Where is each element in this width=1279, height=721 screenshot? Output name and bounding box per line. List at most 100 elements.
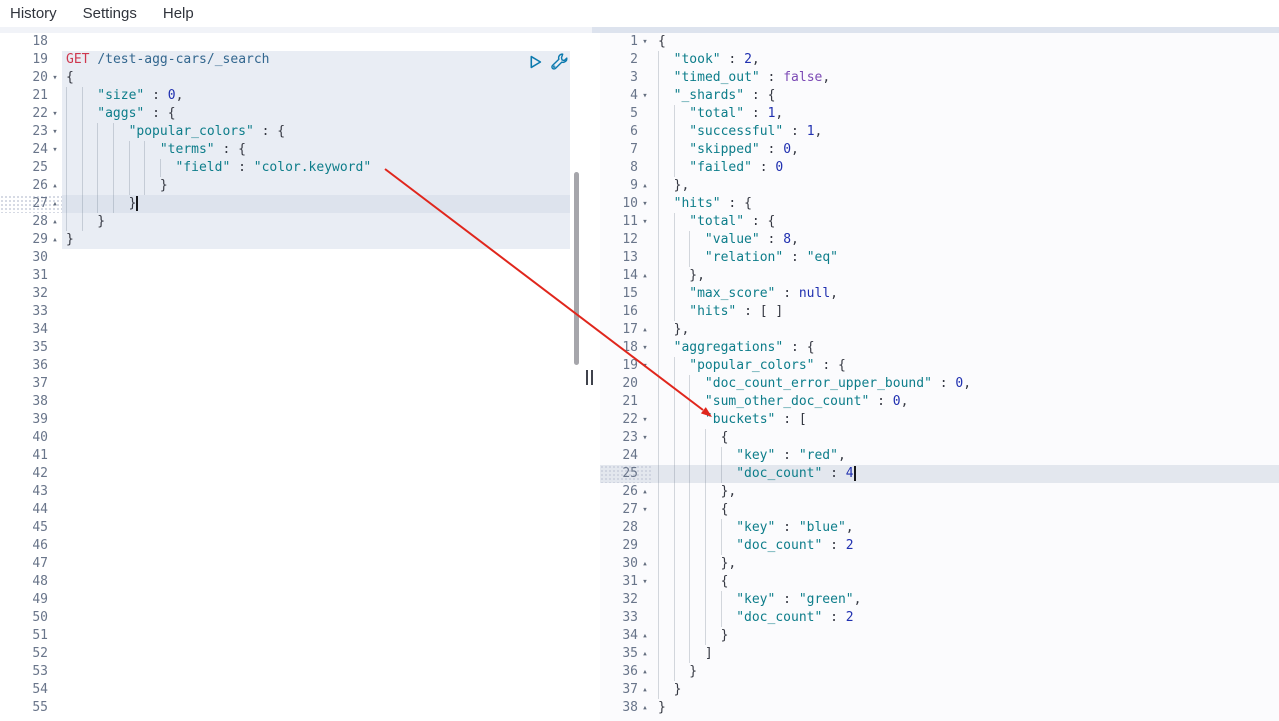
request-code-area[interactable] <box>62 447 570 465</box>
request-code-area[interactable]: { <box>62 69 570 87</box>
response-code-area[interactable]: "popular_colors" : { <box>652 357 1279 375</box>
send-request-button[interactable] <box>526 53 544 71</box>
response-code-area[interactable]: "key" : "blue", <box>652 519 1279 537</box>
request-code-area[interactable]: } <box>62 213 570 231</box>
response-code-area[interactable]: "doc_count_error_upper_bound" : 0, <box>652 375 1279 393</box>
fold-close-icon[interactable]: ▴ <box>638 699 652 717</box>
response-code-area[interactable]: "total" : 1, <box>652 105 1279 123</box>
request-code-area[interactable] <box>62 267 570 285</box>
response-code-area[interactable]: }, <box>652 321 1279 339</box>
fold-open-icon[interactable]: ▾ <box>638 411 652 429</box>
response-code-area[interactable]: "_shards" : { <box>652 87 1279 105</box>
response-code-area[interactable]: { <box>652 429 1279 447</box>
response-code-area[interactable]: } <box>652 663 1279 681</box>
response-code-area[interactable]: }, <box>652 267 1279 285</box>
fold-close-icon[interactable]: ▴ <box>638 627 652 645</box>
request-code-area[interactable] <box>62 483 570 501</box>
menu-item-help[interactable]: Help <box>163 5 194 22</box>
request-code-area[interactable] <box>62 465 570 483</box>
request-code-area[interactable] <box>62 285 570 303</box>
response-code-area[interactable]: "total" : { <box>652 213 1279 231</box>
fold-open-icon[interactable]: ▾ <box>638 33 652 51</box>
fold-close-icon[interactable]: ▴ <box>638 483 652 501</box>
request-code-area[interactable] <box>62 249 570 267</box>
response-code-area[interactable]: "doc_count" : 2 <box>652 537 1279 555</box>
fold-open-icon[interactable]: ▾ <box>638 429 652 447</box>
fold-close-icon[interactable]: ▴ <box>48 177 62 195</box>
request-code-area[interactable] <box>62 555 570 573</box>
request-code-area[interactable] <box>62 339 570 357</box>
response-code-area[interactable]: "sum_other_doc_count" : 0, <box>652 393 1279 411</box>
fold-open-icon[interactable]: ▾ <box>638 573 652 591</box>
fold-close-icon[interactable]: ▴ <box>48 213 62 231</box>
request-editor-scrollbar[interactable] <box>574 172 579 365</box>
request-code-area[interactable] <box>62 663 570 681</box>
request-code-area[interactable]: GET /test-agg-cars/_search <box>62 51 570 69</box>
fold-close-icon[interactable]: ▴ <box>638 267 652 285</box>
request-code-area[interactable]: "field" : "color.keyword" <box>62 159 570 177</box>
pane-split-handle[interactable] <box>586 370 596 386</box>
response-code-area[interactable]: } <box>652 681 1279 699</box>
response-code-area[interactable]: "aggregations" : { <box>652 339 1279 357</box>
response-code-area[interactable]: "failed" : 0 <box>652 159 1279 177</box>
response-code-area[interactable]: "hits" : [ ] <box>652 303 1279 321</box>
fold-close-icon[interactable]: ▴ <box>48 231 62 249</box>
request-code-area[interactable] <box>62 375 570 393</box>
response-code-area[interactable]: "max_score" : null, <box>652 285 1279 303</box>
request-code-area[interactable] <box>62 429 570 447</box>
response-code-area[interactable]: } <box>652 699 1279 717</box>
response-code-area[interactable]: { <box>652 501 1279 519</box>
response-code-area[interactable]: "timed_out" : false, <box>652 69 1279 87</box>
fold-close-icon[interactable]: ▴ <box>638 321 652 339</box>
request-code-area[interactable] <box>62 501 570 519</box>
fold-open-icon[interactable]: ▾ <box>638 213 652 231</box>
response-code-area[interactable]: } <box>652 627 1279 645</box>
fold-close-icon[interactable]: ▴ <box>638 645 652 663</box>
fold-close-icon[interactable]: ▴ <box>638 177 652 195</box>
request-code-area[interactable] <box>62 357 570 375</box>
request-code-area[interactable] <box>62 627 570 645</box>
fold-open-icon[interactable]: ▾ <box>48 69 62 87</box>
response-code-area[interactable]: { <box>652 573 1279 591</box>
fold-open-icon[interactable]: ▾ <box>638 357 652 375</box>
response-code-area[interactable]: "took" : 2, <box>652 51 1279 69</box>
request-code-area[interactable] <box>62 303 570 321</box>
response-code-area[interactable]: "buckets" : [ <box>652 411 1279 429</box>
response-viewer[interactable]: 1 ▾{2 "took" : 2, 3 "timed_out" : false, 4 ▾ "_… <box>600 33 1279 721</box>
response-code-area[interactable]: "value" : 8, <box>652 231 1279 249</box>
response-code-area[interactable]: ] <box>652 645 1279 663</box>
request-code-area[interactable]: "terms" : { <box>62 141 570 159</box>
request-code-area[interactable] <box>62 573 570 591</box>
request-code-area[interactable] <box>62 393 570 411</box>
fold-open-icon[interactable]: ▾ <box>638 501 652 519</box>
response-code-area[interactable]: }, <box>652 483 1279 501</box>
request-code-area[interactable]: "popular_colors" : { <box>62 123 570 141</box>
fold-open-icon[interactable]: ▾ <box>638 339 652 357</box>
response-code-area[interactable]: "relation" : "eq" <box>652 249 1279 267</box>
response-code-area[interactable]: }, <box>652 177 1279 195</box>
request-code-area[interactable]: } <box>62 195 570 213</box>
response-code-area[interactable]: "doc_count" : 2 <box>652 609 1279 627</box>
fold-open-icon[interactable]: ▾ <box>48 141 62 159</box>
response-code-area[interactable]: { <box>652 33 1279 51</box>
fold-open-icon[interactable]: ▾ <box>48 105 62 123</box>
request-code-area[interactable] <box>62 537 570 555</box>
fold-close-icon[interactable]: ▴ <box>638 681 652 699</box>
request-code-area[interactable] <box>62 411 570 429</box>
fold-close-icon[interactable]: ▴ <box>48 195 62 213</box>
request-options-button[interactable] <box>550 52 568 70</box>
request-code-area[interactable] <box>62 699 570 717</box>
request-editor[interactable]: 18 19 GET /test-agg-cars/_search 20 ▾{21 "siz… <box>0 33 570 721</box>
request-code-area[interactable] <box>62 609 570 627</box>
request-code-area[interactable]: } <box>62 231 570 249</box>
fold-open-icon[interactable]: ▾ <box>48 123 62 141</box>
request-code-area[interactable]: "aggs" : { <box>62 105 570 123</box>
response-code-area[interactable]: "skipped" : 0, <box>652 141 1279 159</box>
response-code-area[interactable]: }, <box>652 555 1279 573</box>
fold-close-icon[interactable]: ▴ <box>638 555 652 573</box>
menu-item-settings[interactable]: Settings <box>83 5 137 22</box>
request-code-area[interactable]: "size" : 0, <box>62 87 570 105</box>
request-code-area[interactable] <box>62 645 570 663</box>
response-code-area[interactable]: "doc_count" : 4 <box>652 465 1279 483</box>
request-code-area[interactable]: } <box>62 177 570 195</box>
